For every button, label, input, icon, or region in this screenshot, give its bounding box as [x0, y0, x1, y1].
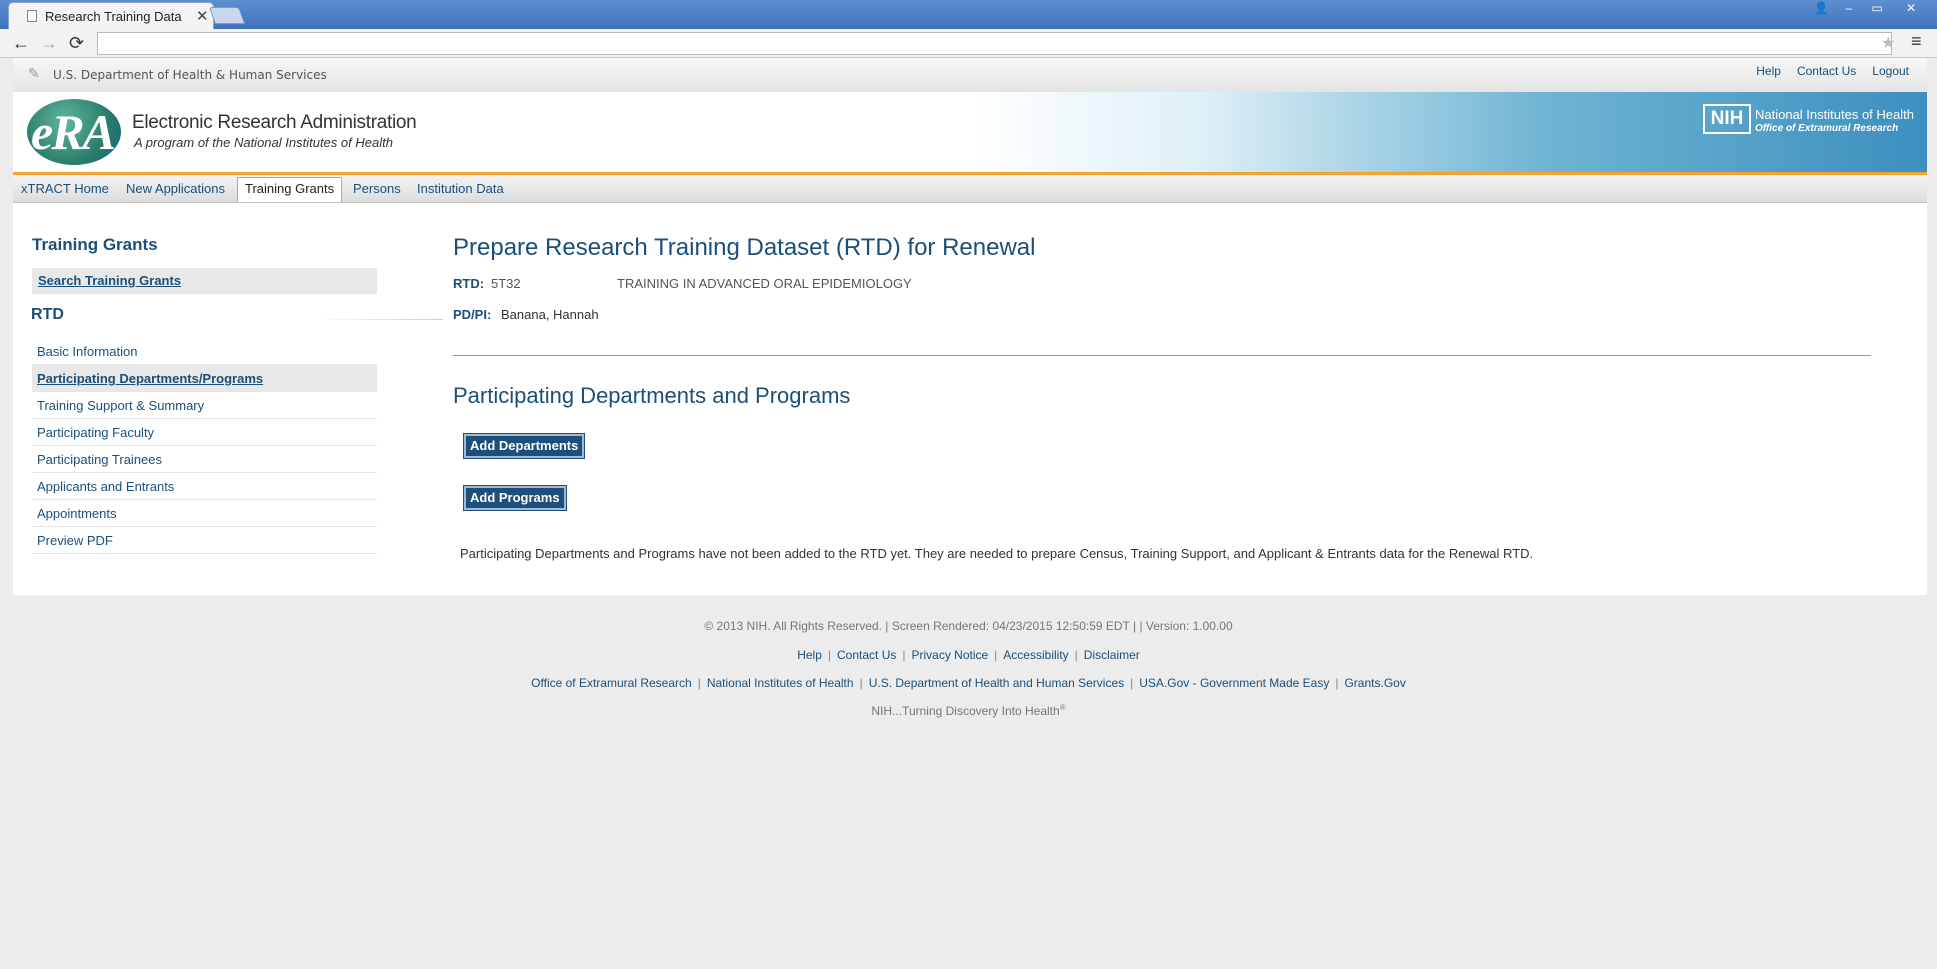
pdpi-value: Banana, Hannah — [501, 307, 599, 322]
hhs-bar: ✎ U.S. Department of Health & Human Serv… — [13, 58, 1927, 92]
sidebar-item-training-support[interactable]: Training Support & Summary — [32, 392, 377, 419]
rtd-value: 5T32 — [491, 276, 521, 291]
rtd-label: RTD: — [453, 276, 485, 291]
window-controls: 👤 – ▭ ✕ — [1807, 0, 1931, 18]
registered-mark: ® — [1059, 703, 1066, 712]
footer-tagline: NIH...Turning Discovery Into Health® — [871, 703, 1066, 718]
footer-link-accessibility[interactable]: Accessibility — [1003, 648, 1068, 662]
main-nav: xTRACT Home New Applications Training Gr… — [13, 175, 1927, 203]
rtd-grant-title: TRAINING IN ADVANCED ORAL EPIDEMIOLOGY — [617, 276, 912, 291]
footer-link-nih[interactable]: National Institutes of Health — [707, 676, 854, 690]
pdpi-label: PD/PI: — [453, 307, 492, 322]
close-tab-icon[interactable]: ✕ — [196, 7, 209, 25]
sidebar-item-participating-departments[interactable]: Participating Departments/Programs — [32, 365, 377, 392]
footer-link-contact-us[interactable]: Contact Us — [837, 648, 896, 662]
page-title: Prepare Research Training Dataset (RTD) … — [453, 234, 1036, 261]
era-title: Electronic Research Administration — [132, 112, 417, 133]
nih-logo: NIH — [1703, 104, 1751, 134]
sidebar-rtd-heading: RTD — [31, 306, 64, 323]
nav-new-applications[interactable]: New Applications — [126, 181, 225, 196]
top-link-help[interactable]: Help — [1756, 64, 1781, 78]
section-divider — [453, 355, 1871, 356]
footer-link-privacy[interactable]: Privacy Notice — [911, 648, 988, 662]
banner: eRA Electronic Research Administration A… — [13, 92, 1927, 175]
user-icon[interactable]: 👤 — [1807, 0, 1835, 18]
browser-titlebar: Research Training Data ✕ 👤 – ▭ ✕ — [0, 0, 1937, 29]
era-subtitle: A program of the National Institutes of … — [134, 135, 393, 150]
sidebar-search-link[interactable]: Search Training Grants — [32, 268, 377, 294]
top-links: Help Contact Us Logout — [1756, 64, 1909, 78]
footer-copyright: © 2013 NIH. All Rights Reserved. | Scree… — [704, 619, 1233, 633]
sidebar-item-preview-pdf[interactable]: Preview PDF — [32, 527, 377, 554]
nav-institution-data[interactable]: Institution Data — [417, 181, 504, 196]
forward-icon[interactable]: → — [40, 33, 58, 53]
sidebar-divider — [313, 319, 443, 320]
bookmark-star-icon[interactable]: ★ — [1881, 33, 1895, 53]
close-window-icon[interactable]: ✕ — [1891, 0, 1931, 18]
nav-xtract-home[interactable]: xTRACT Home — [21, 181, 109, 196]
notice-text: Participating Departments and Programs h… — [460, 546, 1534, 561]
sidebar-search-label: Search Training Grants — [38, 273, 182, 288]
footer-link-oer[interactable]: Office of Extramural Research — [531, 676, 692, 690]
sidebar-list: Basic Information Participating Departme… — [32, 338, 377, 554]
nav-training-grants[interactable]: Training Grants — [237, 177, 343, 202]
address-bar[interactable] — [97, 32, 1892, 55]
nav-persons[interactable]: Persons — [353, 181, 401, 196]
top-link-logout[interactable]: Logout — [1872, 64, 1909, 78]
sidebar-item-basic-information[interactable]: Basic Information — [32, 338, 377, 365]
minimize-icon[interactable]: – — [1835, 0, 1863, 18]
footer-link-disclaimer[interactable]: Disclaimer — [1084, 648, 1140, 662]
back-icon[interactable]: ← — [12, 33, 30, 53]
tab-title: Research Training Data — [45, 9, 182, 24]
sidebar-item-appointments[interactable]: Appointments — [32, 500, 377, 527]
hhs-text: U.S. Department of Health & Human Servic… — [53, 68, 327, 82]
nih-office: Office of Extramural Research — [1755, 123, 1899, 134]
sidebar-item-participating-trainees[interactable]: Participating Trainees — [32, 446, 377, 473]
maximize-icon[interactable]: ▭ — [1863, 0, 1891, 18]
add-departments-button[interactable]: Add Departments — [462, 433, 586, 459]
footer-link-usagov[interactable]: USA.Gov - Government Made Easy — [1139, 676, 1329, 690]
footer-link-hhs[interactable]: U.S. Department of Health and Human Serv… — [869, 676, 1124, 690]
sidebar-item-participating-faculty[interactable]: Participating Faculty — [32, 419, 377, 446]
top-link-contact-us[interactable]: Contact Us — [1797, 64, 1856, 78]
era-logo: eRA — [27, 99, 121, 165]
footer-links-primary: Help | Contact Us | Privacy Notice | Accessibi… — [797, 648, 1140, 662]
hhs-eagle-icon: ✎ — [28, 65, 40, 81]
footer-link-help[interactable]: Help — [797, 648, 822, 662]
page-icon — [27, 10, 37, 22]
nih-name: National Institutes of Health — [1755, 107, 1914, 122]
new-tab-button[interactable] — [208, 7, 246, 24]
sidebar-title: Training Grants — [32, 235, 158, 254]
browser-menu-icon[interactable]: ≡ — [1911, 31, 1922, 52]
sidebar-item-applicants-entrants[interactable]: Applicants and Entrants — [32, 473, 377, 500]
footer-links-secondary: Office of Extramural Research | National I… — [531, 676, 1406, 690]
add-programs-button[interactable]: Add Programs — [463, 485, 567, 511]
section-title: Participating Departments and Programs — [453, 383, 851, 408]
footer-link-grantsgov[interactable]: Grants.Gov — [1344, 676, 1405, 690]
reload-icon[interactable]: ⟳ — [69, 33, 84, 53]
browser-toolbar: ← → ⟳ ★ ≡ — [0, 29, 1937, 58]
browser-tab[interactable]: Research Training Data ✕ — [8, 2, 214, 29]
